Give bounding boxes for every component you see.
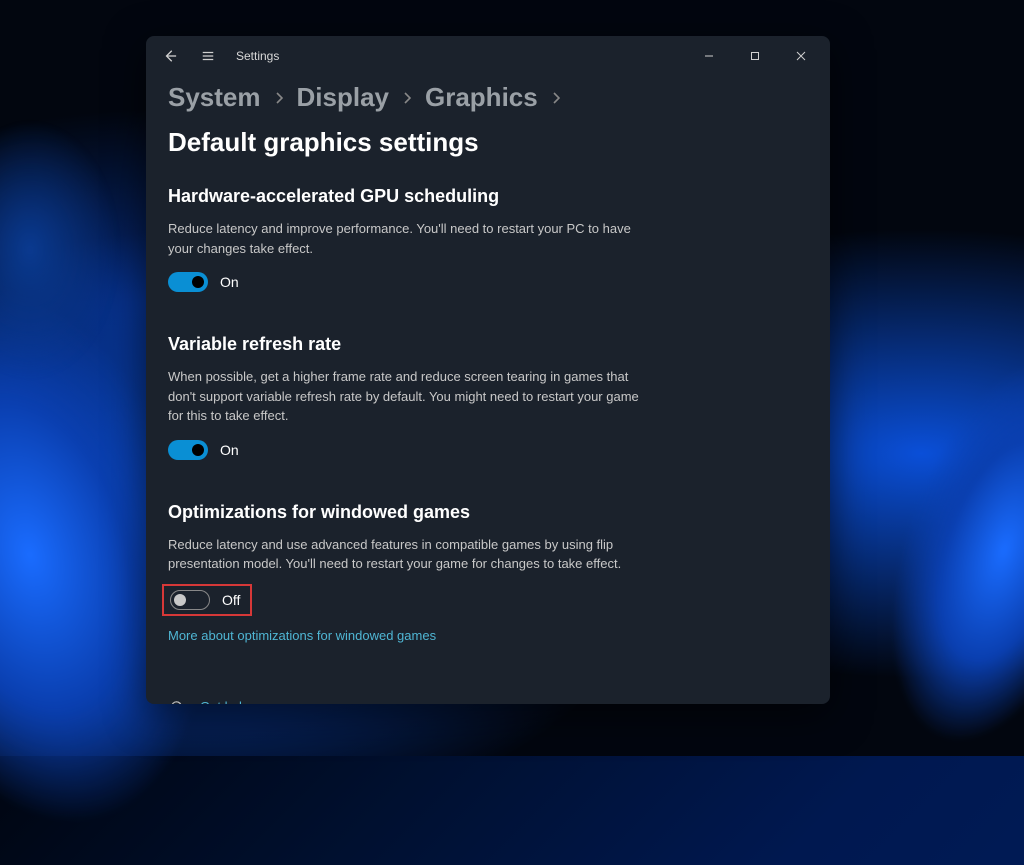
toggle-state-label: On xyxy=(220,274,239,290)
window-titlebar: Settings xyxy=(146,36,830,76)
breadcrumb-graphics[interactable]: Graphics xyxy=(425,82,538,113)
settings-window: Settings System Display Graphics Default… xyxy=(146,36,830,704)
section-variable-refresh-rate: Variable refresh rate When possible, get… xyxy=(168,334,648,460)
maximize-icon xyxy=(750,51,760,61)
section-description: Reduce latency and improve performance. … xyxy=(168,219,648,258)
section-title: Optimizations for windowed games xyxy=(168,502,648,523)
app-title: Settings xyxy=(236,49,279,63)
maximize-button[interactable] xyxy=(732,40,778,72)
windowed-optimizations-toggle[interactable] xyxy=(170,590,210,610)
breadcrumb-display[interactable]: Display xyxy=(297,82,390,113)
back-button[interactable] xyxy=(160,46,180,66)
arrow-left-icon xyxy=(163,49,177,63)
chevron-right-icon xyxy=(275,92,283,104)
section-description: Reduce latency and use advanced features… xyxy=(168,535,648,574)
close-icon xyxy=(796,51,806,61)
gpu-scheduling-toggle[interactable] xyxy=(168,272,208,292)
minimize-button[interactable] xyxy=(686,40,732,72)
section-windowed-optimizations: Optimizations for windowed games Reduce … xyxy=(168,502,648,645)
section-description: When possible, get a higher frame rate a… xyxy=(168,367,648,426)
get-help-link[interactable]: Get help xyxy=(168,699,808,705)
help-icon xyxy=(168,699,184,705)
breadcrumb-system[interactable]: System xyxy=(168,82,261,113)
chevron-right-icon xyxy=(403,92,411,104)
link-label: Get help xyxy=(200,699,249,705)
toggle-state-label: Off xyxy=(222,592,240,608)
section-title: Hardware-accelerated GPU scheduling xyxy=(168,186,648,207)
toggle-state-label: On xyxy=(220,442,239,458)
section-title: Variable refresh rate xyxy=(168,334,648,355)
more-info-link[interactable]: More about optimizations for windowed ga… xyxy=(168,628,436,643)
hamburger-icon xyxy=(201,49,215,63)
highlight-annotation: Off xyxy=(162,584,252,616)
breadcrumb: System Display Graphics Default graphics… xyxy=(168,82,808,158)
chevron-right-icon xyxy=(552,92,560,104)
close-button[interactable] xyxy=(778,40,824,72)
window-content: System Display Graphics Default graphics… xyxy=(146,76,830,704)
hamburger-menu-button[interactable] xyxy=(198,46,218,66)
breadcrumb-current: Default graphics settings xyxy=(168,127,479,158)
vrr-toggle[interactable] xyxy=(168,440,208,460)
footer-links: Get help Give feedback xyxy=(168,699,808,705)
section-gpu-scheduling: Hardware-accelerated GPU scheduling Redu… xyxy=(168,186,648,292)
minimize-icon xyxy=(704,51,714,61)
